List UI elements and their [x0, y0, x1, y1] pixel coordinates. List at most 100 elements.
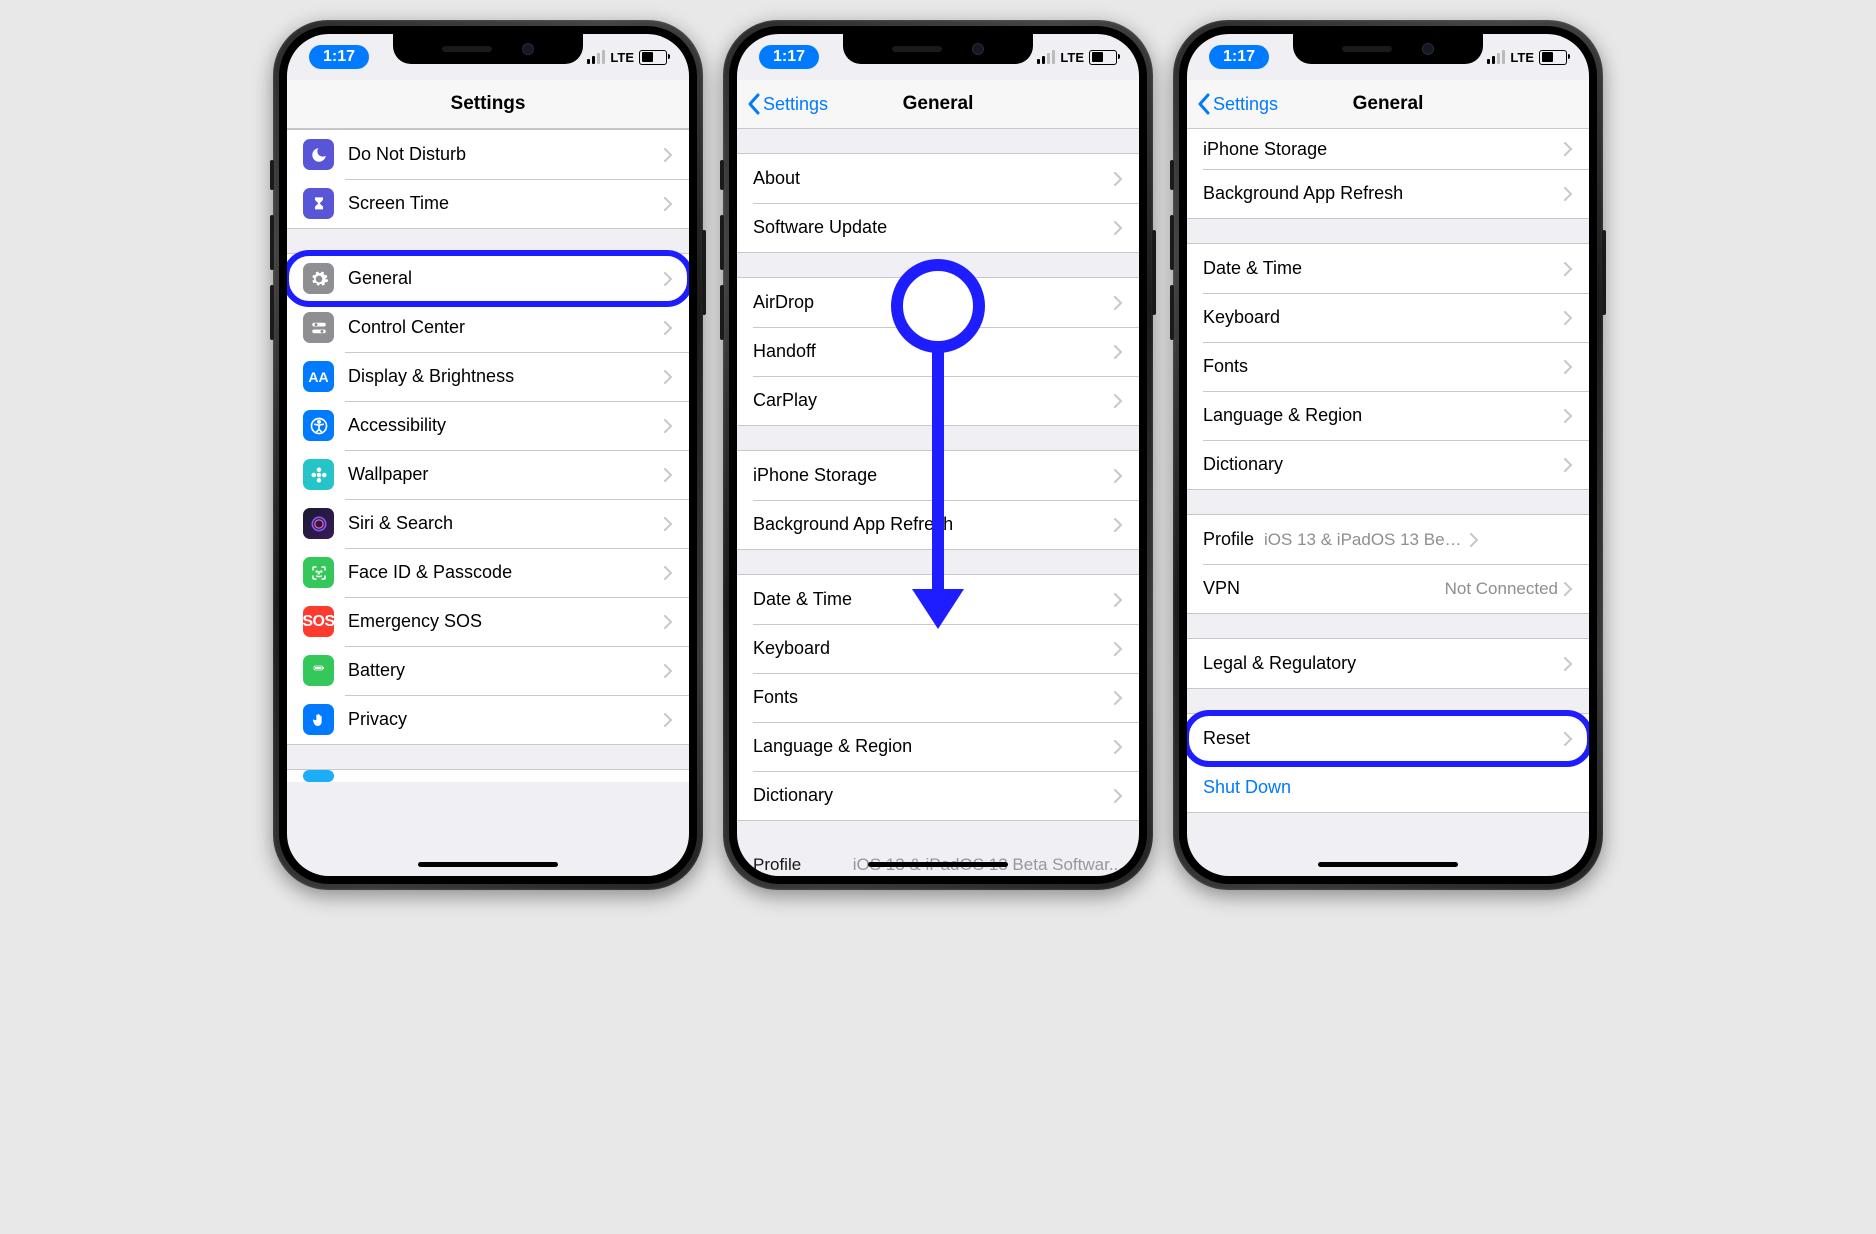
- row-date-time[interactable]: Date & Time: [737, 575, 1139, 624]
- home-indicator[interactable]: [1318, 862, 1458, 867]
- accessibility-icon: [303, 410, 334, 441]
- notch: [843, 34, 1033, 64]
- chevron-right-icon: [1114, 345, 1123, 359]
- row-accessibility[interactable]: Accessibility: [287, 401, 689, 450]
- row-about[interactable]: About: [737, 154, 1139, 203]
- battery-row-icon: [303, 655, 334, 686]
- chevron-right-icon: [1114, 296, 1123, 310]
- nav-bar: Settings: [287, 80, 689, 129]
- chevron-right-icon: [1564, 311, 1573, 325]
- chevron-right-icon: [1114, 789, 1123, 803]
- cellular-signal-icon: [587, 50, 605, 64]
- row-language-region[interactable]: Language & Region: [1187, 391, 1589, 440]
- row-profile[interactable]: Profile iOS 13 & iPadOS 13 Beta Softwar.…: [1187, 515, 1589, 564]
- nav-bar: Settings General: [1187, 80, 1589, 129]
- row-wallpaper[interactable]: Wallpaper: [287, 450, 689, 499]
- row-dictionary[interactable]: Dictionary: [1187, 440, 1589, 489]
- chevron-right-icon: [1564, 360, 1573, 374]
- chevron-right-icon: [1114, 394, 1123, 408]
- hourglass-icon: [303, 188, 334, 219]
- row-vpn[interactable]: VPN Not Connected: [1187, 564, 1589, 613]
- chevron-right-icon: [1114, 691, 1123, 705]
- row-iphone-storage[interactable]: iPhone Storage: [1187, 129, 1589, 169]
- nav-title: Settings: [287, 93, 689, 115]
- row-battery[interactable]: Battery: [287, 646, 689, 695]
- status-time-pill[interactable]: 1:17: [1209, 45, 1269, 69]
- siri-icon: [303, 508, 334, 539]
- chevron-right-icon: [1470, 533, 1479, 547]
- chevron-right-icon: [664, 566, 673, 580]
- chevron-right-icon: [1564, 409, 1573, 423]
- row-emergency-sos[interactable]: SOS Emergency SOS: [287, 597, 689, 646]
- row-general[interactable]: General: [287, 254, 689, 303]
- notch: [393, 34, 583, 64]
- face-id-icon: [303, 557, 334, 588]
- phone-frame-3: 1:17 LTE Settings General iPhone Storage…: [1173, 20, 1603, 890]
- row-label: Siri & Search: [348, 513, 664, 534]
- status-time-pill[interactable]: 1:17: [309, 45, 369, 69]
- row-label: Face ID & Passcode: [348, 562, 664, 583]
- chevron-right-icon: [1564, 582, 1573, 596]
- row-label: Battery: [348, 660, 664, 681]
- row-label: Display & Brightness: [348, 366, 664, 387]
- chevron-right-icon: [664, 370, 673, 384]
- phone-frame-2: 1:17 LTE Settings General About Software…: [723, 20, 1153, 890]
- chevron-right-icon: [664, 321, 673, 335]
- row-handoff[interactable]: Handoff: [737, 327, 1139, 376]
- row-privacy[interactable]: Privacy: [287, 695, 689, 744]
- row-software-update[interactable]: Software Update: [737, 203, 1139, 252]
- chevron-right-icon: [664, 615, 673, 629]
- network-label: LTE: [1510, 50, 1534, 65]
- row-value: Not Connected: [1445, 579, 1558, 599]
- row-label: Control Center: [348, 317, 664, 338]
- chevron-right-icon: [664, 713, 673, 727]
- row-carplay[interactable]: CarPlay: [737, 376, 1139, 425]
- row-date-time[interactable]: Date & Time: [1187, 244, 1589, 293]
- row-fonts[interactable]: Fonts: [737, 673, 1139, 722]
- back-button[interactable]: Settings: [747, 93, 828, 115]
- home-indicator[interactable]: [418, 862, 558, 867]
- network-label: LTE: [610, 50, 634, 65]
- gear-icon: [303, 263, 334, 294]
- row-bg-app-refresh[interactable]: Background App Refresh: [1187, 169, 1589, 218]
- flower-icon: [303, 459, 334, 490]
- chevron-right-icon: [664, 468, 673, 482]
- back-button[interactable]: Settings: [1197, 93, 1278, 115]
- row-bg-app-refresh[interactable]: Background App Refresh: [737, 500, 1139, 549]
- row-label: General: [348, 268, 664, 289]
- chevron-right-icon: [1114, 172, 1123, 186]
- home-indicator[interactable]: [868, 862, 1008, 867]
- row-reset[interactable]: Reset: [1187, 714, 1589, 763]
- row-label: Accessibility: [348, 415, 664, 436]
- chevron-right-icon: [664, 517, 673, 531]
- chevron-right-icon: [664, 148, 673, 162]
- row-value: iOS 13 & iPadOS 13 Beta Softwar...: [1264, 530, 1464, 550]
- row-face-id[interactable]: Face ID & Passcode: [287, 548, 689, 597]
- chevron-right-icon: [664, 419, 673, 433]
- phone-frame-1: 1:17 LTE Settings Do Not Disturb Screen …: [273, 20, 703, 890]
- row-label: Do Not Disturb: [348, 144, 664, 165]
- chevron-right-icon: [1564, 262, 1573, 276]
- row-siri-search[interactable]: Siri & Search: [287, 499, 689, 548]
- row-legal-regulatory[interactable]: Legal & Regulatory: [1187, 639, 1589, 688]
- sos-icon: SOS: [303, 606, 334, 637]
- row-keyboard[interactable]: Keyboard: [737, 624, 1139, 673]
- row-airdrop[interactable]: AirDrop: [737, 278, 1139, 327]
- row-iphone-storage[interactable]: iPhone Storage: [737, 451, 1139, 500]
- row-dictionary[interactable]: Dictionary: [737, 771, 1139, 820]
- row-language-region[interactable]: Language & Region: [737, 722, 1139, 771]
- row-keyboard[interactable]: Keyboard: [1187, 293, 1589, 342]
- row-label: Privacy: [348, 709, 664, 730]
- row-shut-down[interactable]: Shut Down: [1187, 763, 1589, 812]
- battery-icon: [1089, 50, 1117, 65]
- hand-icon: [303, 704, 334, 735]
- status-time-pill[interactable]: 1:17: [759, 45, 819, 69]
- row-display-brightness[interactable]: AA Display & Brightness: [287, 352, 689, 401]
- row-partial[interactable]: [287, 770, 689, 782]
- row-fonts[interactable]: Fonts: [1187, 342, 1589, 391]
- row-screen-time[interactable]: Screen Time: [287, 179, 689, 228]
- row-control-center[interactable]: Control Center: [287, 303, 689, 352]
- chevron-right-icon: [1564, 458, 1573, 472]
- row-do-not-disturb[interactable]: Do Not Disturb: [287, 130, 689, 179]
- chevron-right-icon: [1564, 732, 1573, 746]
